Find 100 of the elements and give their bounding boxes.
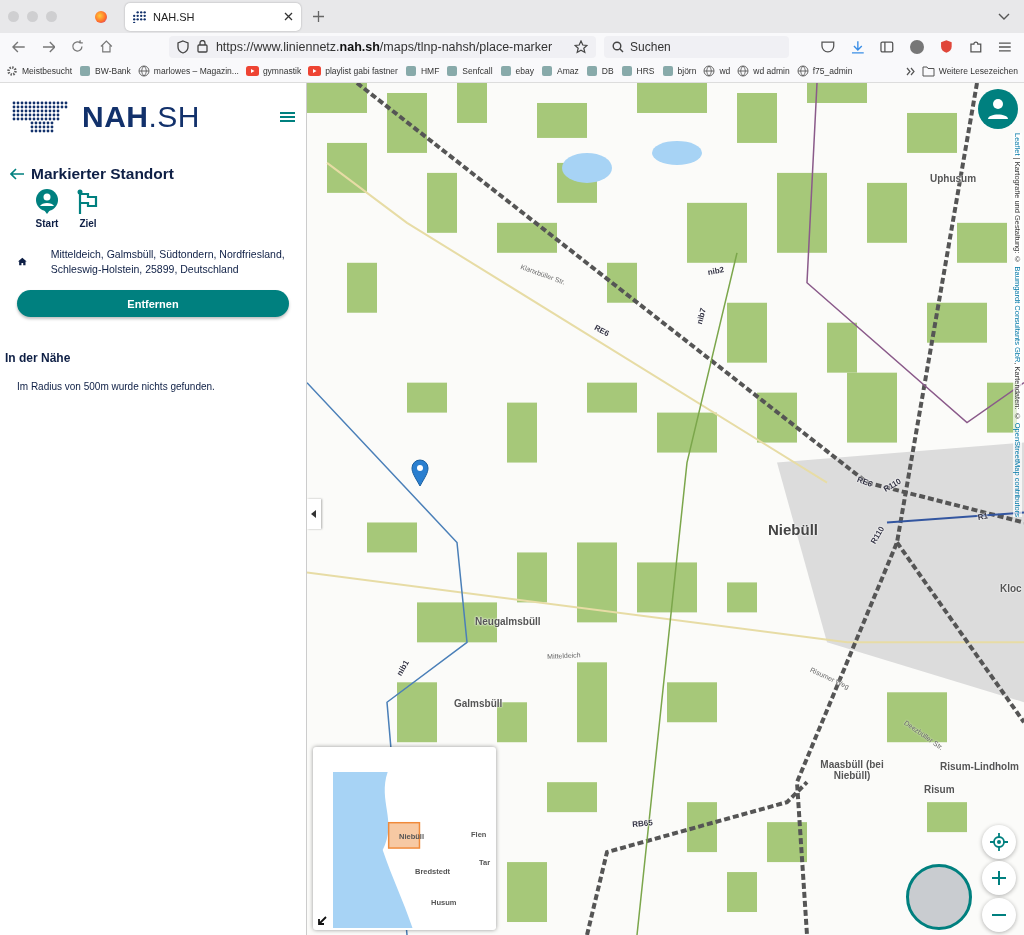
extension-icon[interactable]	[910, 39, 924, 54]
field-patch	[407, 382, 447, 413]
home-icon[interactable]	[100, 40, 113, 53]
field-patch	[637, 562, 697, 613]
locate-button[interactable]	[982, 825, 1016, 859]
menu-icon[interactable]	[998, 40, 1012, 53]
shield-extension-icon[interactable]	[939, 39, 953, 54]
field-patch	[727, 302, 767, 363]
reload-icon[interactable]	[71, 40, 85, 53]
route-action-button[interactable]: Ziel	[77, 189, 99, 229]
field-patch	[397, 682, 437, 743]
globe-icon	[737, 65, 750, 77]
field-patch	[387, 93, 427, 153]
bookmark[interactable]: Senfcall	[446, 65, 493, 77]
bookmark[interactable]: BW-Bank	[79, 65, 131, 77]
back-icon[interactable]	[12, 40, 26, 53]
bookmark[interactable]: HRS	[620, 65, 655, 77]
bookmark[interactable]: wd admin	[737, 65, 790, 77]
collapse-panel-button[interactable]	[307, 499, 321, 529]
play-icon	[308, 66, 322, 76]
double-chevron-icon[interactable]	[905, 66, 915, 76]
forward-icon[interactable]	[41, 40, 56, 53]
globe-icon	[796, 65, 809, 77]
route-label: nib2	[707, 265, 725, 277]
favicon	[404, 65, 417, 77]
menu-icon[interactable]	[280, 111, 295, 123]
route-label: R1	[977, 511, 989, 522]
favicon	[585, 65, 598, 77]
chevron-down-icon[interactable]	[998, 12, 1010, 21]
address-bar[interactable]: https://www.liniennetz.nah.sh/maps/tlnp-nahsh/place-marker	[168, 35, 597, 58]
zoom-in-button[interactable]	[982, 861, 1016, 895]
field-patch	[687, 802, 717, 853]
pocket-icon[interactable]	[821, 40, 835, 53]
field-patch	[547, 782, 597, 813]
dotted-map-icon	[133, 10, 147, 23]
collapse-arrow-icon[interactable]	[318, 916, 327, 925]
remove-button[interactable]: Entfernen	[17, 290, 289, 318]
bookmark[interactable]: ebay	[499, 65, 535, 77]
bookmark[interactable]: gymnastik	[245, 66, 302, 76]
field-patch	[867, 182, 907, 243]
favicon	[499, 65, 512, 77]
empty-message: Im Radius von 500m wurde nichts gefunden.	[16, 380, 216, 393]
lock-icon	[196, 40, 208, 53]
favicon	[620, 65, 633, 77]
field-patch	[457, 83, 487, 123]
bookmark[interactable]: playlist gabi fastner	[308, 66, 398, 76]
lake	[652, 140, 702, 165]
field-patch	[517, 552, 547, 603]
caret-icon	[311, 510, 317, 518]
field-patch	[427, 172, 457, 233]
field-patch	[507, 862, 547, 922]
bookmark-folder[interactable]: Weitere Lesezeichen	[921, 65, 1018, 77]
crosshair-icon	[990, 833, 1008, 851]
location-pin-icon[interactable]	[411, 459, 429, 487]
route-label: RE6	[855, 475, 874, 489]
panel-title: Markierter Standort	[31, 165, 174, 183]
field-patch	[347, 262, 377, 313]
play-icon	[245, 66, 259, 76]
address-text: Mitteldeich, Galmsbüll, Südtondern, Nordfriesland, Schleswig-Holstein, 25899, Deutschland	[50, 247, 286, 277]
place-label: Maasbüll (bei Niebüll)	[819, 759, 885, 781]
search-icon	[612, 40, 625, 53]
route-label: RE6	[592, 323, 611, 339]
close-tab-icon[interactable]	[284, 12, 293, 21]
shield-icon	[176, 39, 189, 54]
back-arrow-icon[interactable]	[10, 168, 25, 180]
search-field[interactable]: Suchen	[604, 35, 790, 58]
sidebar-icon[interactable]	[880, 40, 895, 53]
bookmark[interactable]: DB	[585, 65, 614, 77]
bookmark[interactable]: björn	[661, 65, 697, 77]
star-icon[interactable]	[574, 39, 589, 54]
new-tab-icon[interactable]	[313, 11, 324, 22]
field-patch	[757, 392, 797, 443]
bookmark[interactable]: Amaz	[541, 65, 579, 77]
account-button[interactable]	[978, 89, 1018, 129]
field-patch	[637, 83, 707, 113]
favicon	[541, 65, 554, 77]
bookmark[interactable]: Meistbesucht	[6, 65, 73, 77]
field-patch	[587, 382, 637, 413]
bookmark[interactable]: HMF	[404, 65, 440, 77]
field-patch	[927, 302, 987, 343]
place-label: Galmsbüll	[454, 698, 503, 709]
globe-icon	[137, 65, 150, 77]
favicon	[79, 65, 92, 77]
place-label: Uphusum	[930, 173, 977, 184]
field-patch	[607, 262, 637, 303]
browser-tab[interactable]: NAH.SH	[125, 2, 301, 31]
bookmark[interactable]: f75_admin	[796, 65, 853, 77]
field-patch	[687, 202, 747, 263]
field-patch	[767, 822, 807, 863]
download-icon[interactable]	[850, 39, 865, 54]
plus-icon	[992, 871, 1006, 885]
puzzle-icon[interactable]	[968, 39, 983, 54]
zoom-out-button[interactable]	[982, 898, 1016, 932]
section-heading: In der Nähe	[4, 350, 72, 366]
globe-icon	[703, 65, 716, 77]
logo-text: NAH.SH	[82, 100, 200, 134]
bookmark[interactable]: wd	[703, 65, 731, 77]
bookmark[interactable]: marlowes – Magazin...	[137, 65, 239, 77]
place-label: Kloc	[1000, 583, 1022, 594]
field-patch	[737, 93, 777, 143]
